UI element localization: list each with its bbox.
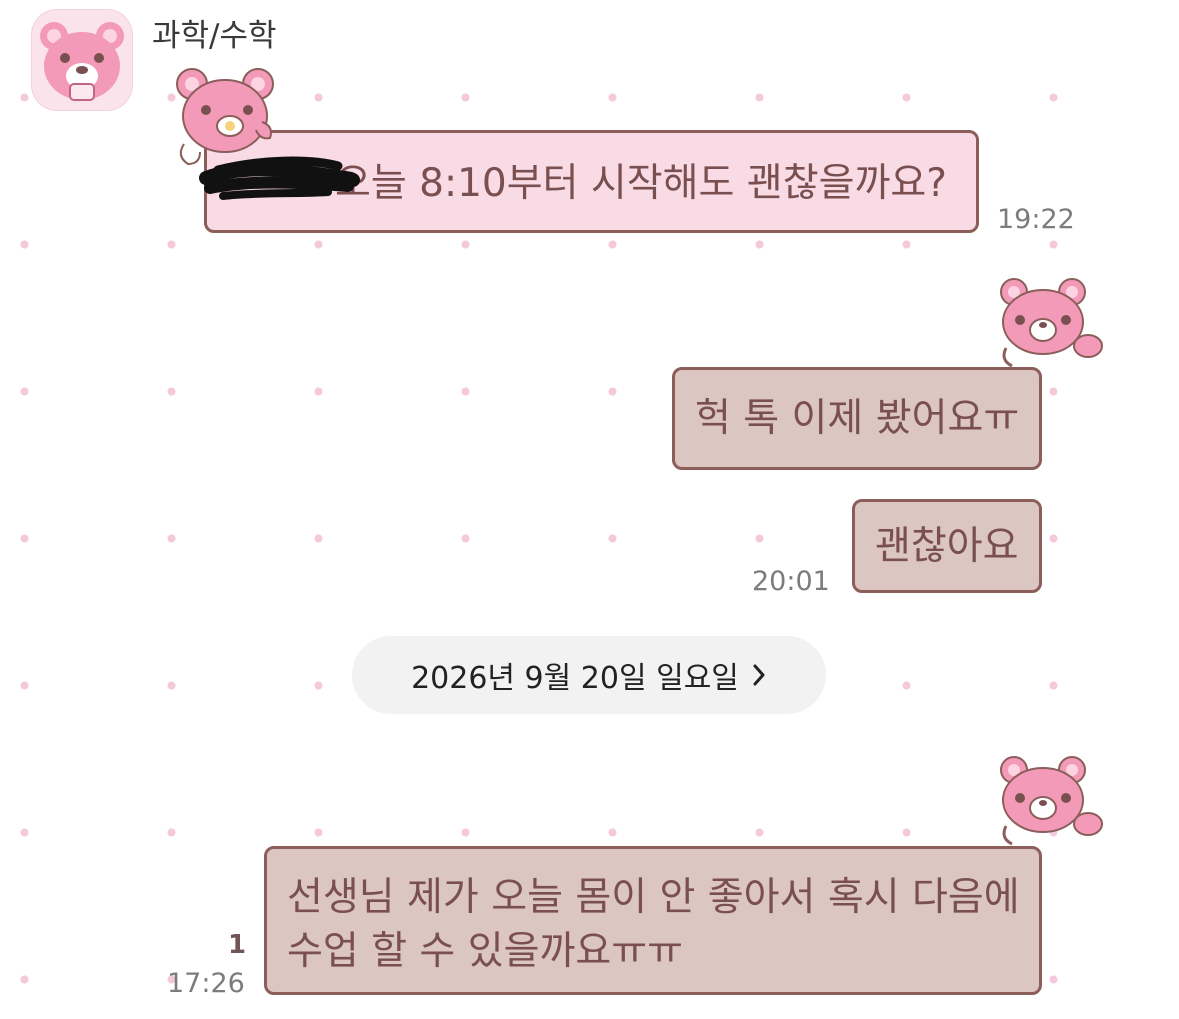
outgoing-message-bubble[interactable]: 괜찮아요 xyxy=(852,499,1042,593)
message-time: 17:26 xyxy=(167,968,245,999)
date-label: 2026년 9월 20일 일요일 xyxy=(411,661,739,696)
message-text: 오늘 8:10부터 시작해도 괜찮을까요? xyxy=(335,161,947,206)
outgoing-message-bubble[interactable]: 선생님 제가 오늘 몸이 안 좋아서 혹시 다음에 수업 할 수 있을까요ㅠㅠ xyxy=(264,846,1042,995)
message-text: 괜찮아요 xyxy=(875,524,1019,569)
pink-bear-sticker-icon xyxy=(1000,278,1103,368)
outgoing-message-bubble[interactable]: 헉 톡 이제 봤어요ㅠ xyxy=(672,367,1042,470)
message-text-line-1: 선생님 제가 오늘 몸이 안 좋아서 혹시 다음에 xyxy=(287,875,1020,920)
message-text-line-2: 수업 할 수 있을까요ㅠㅠ xyxy=(287,929,683,974)
unread-count: 1 xyxy=(228,930,247,960)
chat-screen: 과학/수학 오늘 8:10부터 시작해도 괜찮을까요? 19:22 헉 톡 이제… xyxy=(0,0,1179,1019)
date-divider[interactable]: 2026년 9월 20일 일요일 xyxy=(352,636,826,714)
message-text: 헉 톡 이제 봤어요ㅠ xyxy=(695,396,1020,441)
pink-bear-sticker-icon xyxy=(176,68,274,166)
message-time: 20:01 xyxy=(752,566,830,597)
pink-bear-avatar-icon xyxy=(40,22,124,101)
chevron-right-icon xyxy=(753,664,765,686)
message-time: 19:22 xyxy=(997,204,1075,235)
profile-avatar[interactable] xyxy=(31,9,133,111)
pink-bear-sticker-icon xyxy=(1000,756,1103,846)
chat-name: 과학/수학 xyxy=(152,18,277,54)
